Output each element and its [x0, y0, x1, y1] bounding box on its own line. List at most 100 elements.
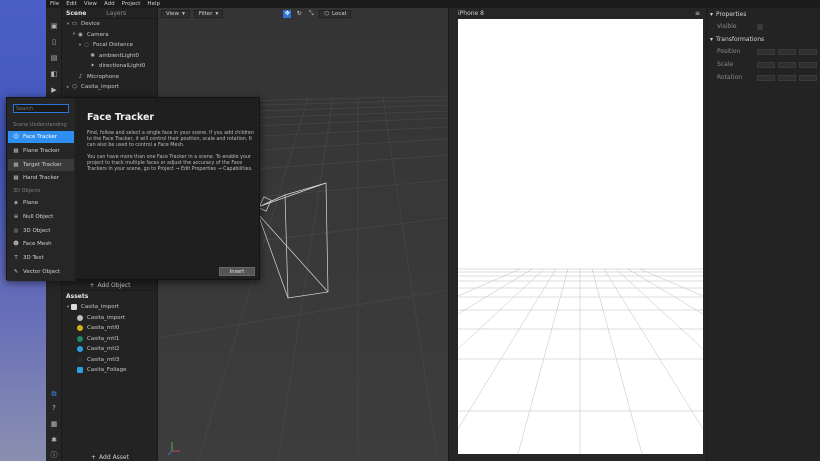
object-type-list: Scene Understanding ☺ Face Tracker ▦ Plane …	[7, 98, 75, 281]
material-icon	[77, 356, 83, 363]
patch-editor-icon[interactable]: ⧉	[50, 390, 58, 398]
view-dropdown[interactable]: View ▾	[161, 9, 190, 18]
device-icon[interactable]: ▯	[50, 38, 58, 46]
description-text: Find, follow and select a single face in…	[87, 131, 254, 148]
object-type-icon: ☻	[13, 241, 19, 248]
menu-project[interactable]: Project	[122, 1, 141, 7]
space-toggle[interactable]: ⬡ Local	[319, 9, 352, 18]
asset-label: Casita_mtl2	[87, 346, 120, 353]
send-icon[interactable]: ▶	[50, 86, 58, 94]
object-type-plane-tracker[interactable]: ▦ Plane Tracker	[8, 145, 74, 157]
help-icon[interactable]: ?	[50, 404, 58, 412]
scale-tool-icon[interactable]: ⤡	[307, 10, 315, 18]
viewport-toolbar: View ▾ Filter ▾ ✥ ↻ ⤡ ⬡ Local	[158, 8, 448, 19]
scene-item-label: Device	[81, 21, 100, 28]
info-icon[interactable]: ⓘ	[50, 451, 58, 459]
asset-item[interactable]: Casita_mtl1	[62, 334, 157, 345]
rotation-label: Rotation	[717, 74, 743, 81]
object-type-icon: ▦	[13, 147, 19, 154]
scene-tree-item[interactable]: ▾ ◌ Focal Distance	[62, 40, 157, 51]
object-icon: ▭	[71, 21, 78, 28]
object-type-icon: ◈	[13, 200, 19, 206]
scene-item-label: Camera	[87, 31, 109, 38]
asset-item[interactable]: Casita_Foliage	[62, 365, 157, 376]
rotation-z-field[interactable]	[799, 74, 817, 81]
object-type-icon: ▦	[13, 175, 19, 182]
search-input[interactable]	[13, 104, 69, 113]
material-icon	[77, 346, 83, 353]
object-type-label: Vector Object	[23, 269, 61, 275]
add-object-button[interactable]: + Add Object	[62, 280, 158, 290]
device-selector[interactable]: iPhone 8	[458, 10, 484, 17]
add-object-label: Add Object	[97, 281, 131, 289]
menu-edit[interactable]: Edit	[66, 1, 77, 7]
scene-item-label: Focal Distance	[93, 42, 134, 49]
asset-item[interactable]: Casita_mtl3	[62, 355, 157, 366]
scale-z-field[interactable]	[799, 61, 817, 68]
layout-icon[interactable]: ▤	[50, 54, 58, 62]
object-type-vector-object[interactable]: ✎ Vector Object	[8, 266, 74, 278]
object-icon: ✦	[90, 63, 95, 70]
object-type-plane[interactable]: ◈ Plane	[8, 197, 74, 209]
object-icon: ♪	[78, 73, 83, 80]
plus-icon: +	[91, 453, 97, 461]
object-type-label: Plane	[23, 200, 39, 206]
scene-tree-item[interactable]: ✺ ambientLight0	[62, 51, 157, 62]
menu-help[interactable]: Help	[147, 1, 160, 7]
position-y-field[interactable]	[778, 48, 796, 55]
simulator-icon[interactable]: ▣	[50, 22, 58, 30]
rotation-y-field[interactable]	[778, 74, 796, 81]
menu-file[interactable]: File	[50, 1, 59, 7]
object-type-3d-text[interactable]: T 3D Text	[8, 252, 74, 264]
library-icon[interactable]: ▦	[50, 420, 58, 428]
object-icon: ◉	[78, 31, 83, 38]
object-type-target-tracker[interactable]: ▦ Target Tracker	[8, 158, 74, 171]
menu-view[interactable]: View	[84, 1, 97, 7]
device-preview[interactable]	[458, 19, 703, 454]
position-x-field[interactable]	[757, 48, 775, 55]
scene-tree: ▾ ▭ Device ▾ ◉ Camera ▾ ◌ Focal Distance ✺ ambient…	[62, 19, 157, 93]
object-type-hand-tracker[interactable]: ▦ Hand Tracker	[8, 172, 74, 184]
material-icon	[77, 335, 83, 342]
rotation-x-field[interactable]	[757, 74, 775, 81]
move-tool-icon[interactable]: ✥	[283, 9, 292, 18]
scene-tree-item[interactable]: ✦ directionalLight0	[62, 61, 157, 72]
scene-tree-item[interactable]: ▸ ⬡ Casita_import	[62, 82, 157, 93]
asset-item[interactable]: Casita_mtl0	[62, 323, 157, 334]
filter-dropdown[interactable]: Filter ▾	[193, 9, 224, 18]
object-type-face-tracker[interactable]: ☺ Face Tracker	[8, 131, 74, 143]
description-title: Face Tracker	[87, 112, 155, 123]
scene-item-label: Casita_import	[81, 84, 120, 91]
asset-item[interactable]: ▾ Casita_import	[62, 302, 157, 313]
object-type-face-mesh[interactable]: ☻ Face Mesh	[8, 238, 74, 250]
visible-checkbox[interactable]	[757, 23, 763, 30]
object-type-3d-object[interactable]: ◎ 3D Object	[8, 225, 74, 237]
scene-tree-item[interactable]: ▾ ▭ Device	[62, 19, 157, 30]
menu-add[interactable]: Add	[104, 1, 115, 7]
asset-label: Casita_import	[87, 314, 126, 321]
asset-item[interactable]: Casita_import	[62, 313, 157, 324]
scene-tree-item[interactable]: ♪ Microphone	[62, 72, 157, 83]
object-description: Face Tracker Find, follow and select a s…	[87, 112, 255, 179]
chevron-down-icon: ▾	[710, 35, 714, 43]
add-asset-button[interactable]: + Add Asset	[62, 453, 158, 461]
asset-label: Casita_mtl3	[87, 356, 120, 363]
tab-layers[interactable]: Layers	[106, 10, 126, 17]
position-z-field[interactable]	[799, 48, 817, 55]
record-icon[interactable]: ◧	[50, 70, 58, 78]
asset-item[interactable]: Casita_mtl2	[62, 344, 157, 355]
visible-label: Visible	[717, 23, 737, 30]
scale-x-field[interactable]	[757, 61, 775, 68]
insert-button[interactable]: Insert	[219, 267, 255, 276]
object-type-null-object[interactable]: ⊕ Null Object	[8, 211, 74, 223]
tab-scene[interactable]: Scene	[66, 10, 86, 17]
bug-icon[interactable]: ✱	[50, 436, 58, 444]
rotate-tool-icon[interactable]: ↻	[295, 10, 303, 18]
properties-title: Properties	[716, 10, 747, 18]
category-scene-understanding: Scene Understanding	[13, 122, 67, 128]
object-icon: ◌	[84, 42, 89, 49]
object-type-label: Null Object	[23, 213, 54, 220]
menu-icon[interactable]: ≡	[695, 10, 700, 17]
scene-tree-item[interactable]: ▾ ◉ Camera	[62, 30, 157, 41]
scale-y-field[interactable]	[778, 61, 796, 68]
